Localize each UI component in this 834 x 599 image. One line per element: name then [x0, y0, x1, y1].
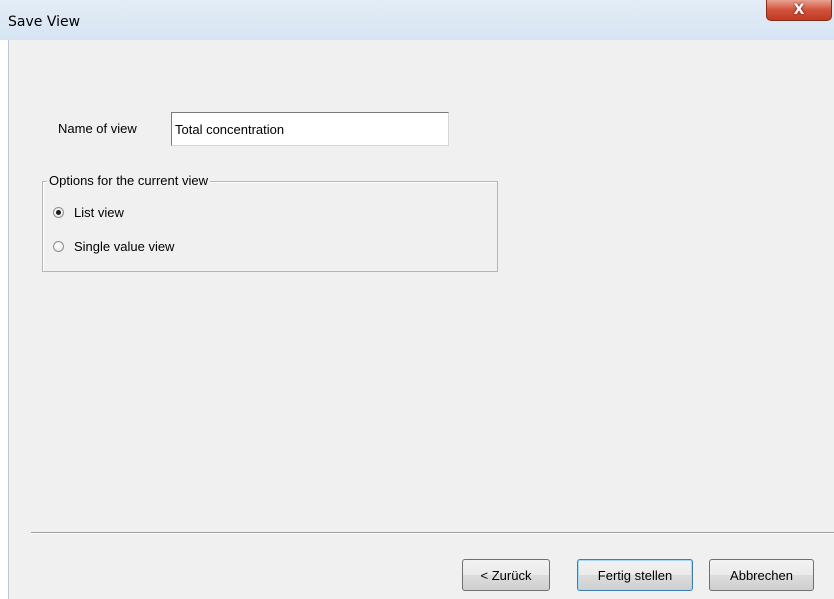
dialog-body: Name of view Options for the current vie…	[8, 40, 834, 599]
radio-checked-icon[interactable]	[53, 206, 64, 218]
finish-button[interactable]: Fertig stellen	[577, 559, 693, 591]
close-button[interactable]: X	[766, 0, 832, 21]
radio-list-view[interactable]: List view	[53, 203, 124, 221]
close-icon: X	[793, 2, 805, 18]
footer-separator	[31, 532, 834, 534]
title-bar: Save View X	[0, 0, 834, 40]
window-title: Save View	[8, 14, 81, 30]
options-groupbox	[42, 181, 498, 272]
radio-single-value-view-label[interactable]: Single value view	[74, 239, 174, 254]
options-group-title: Options for the current view	[47, 173, 210, 188]
name-of-view-input[interactable]	[171, 112, 449, 146]
cancel-button[interactable]: Abbrechen	[709, 559, 814, 591]
radio-list-view-label[interactable]: List view	[74, 205, 124, 220]
radio-unchecked-icon[interactable]	[53, 240, 64, 252]
radio-single-value-view[interactable]: Single value view	[53, 237, 174, 255]
back-button[interactable]: < Zurück	[462, 559, 550, 591]
name-of-view-label: Name of view	[58, 121, 137, 136]
